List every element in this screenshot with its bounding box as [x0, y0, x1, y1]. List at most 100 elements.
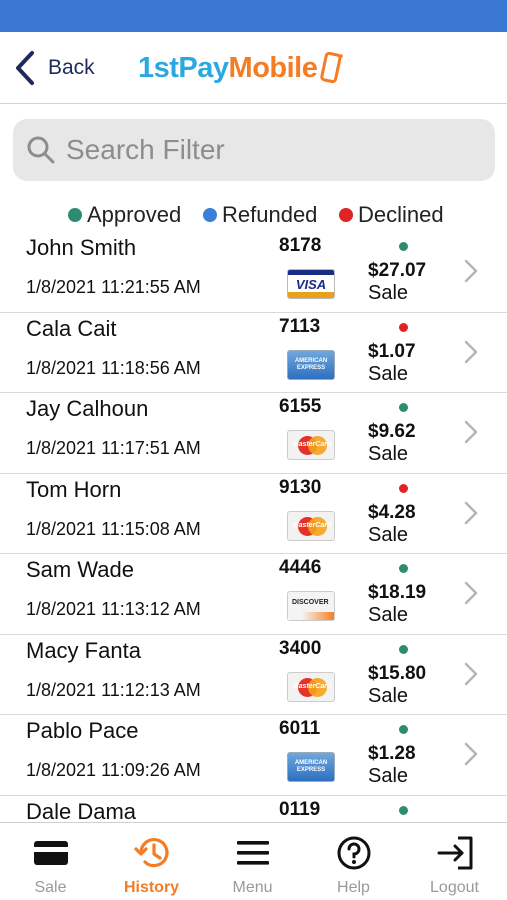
card-last4: 7113	[279, 315, 321, 337]
transaction-datetime: 1/8/2021 11:15:08 AM	[26, 518, 201, 539]
back-label: Back	[48, 56, 95, 79]
approved-status-dot	[399, 805, 408, 815]
chevron-right-icon[interactable]	[463, 419, 479, 445]
approved-status-dot	[399, 242, 408, 251]
amex-card-icon: AMERICAN EXPRESS	[287, 349, 335, 380]
card-last4: 4446	[279, 557, 322, 578]
customer-name: John Smith	[26, 235, 137, 260]
customer-name: Jay Calhoun	[26, 396, 149, 421]
transaction-amount: $1.28	[368, 743, 416, 764]
transaction-row[interactable]: Sam Wade 1/8/2021 11:13:12 AM 4446 DISCO…	[0, 554, 507, 635]
card-brand-text: VISA	[295, 276, 327, 292]
legend-label: Declined	[358, 202, 444, 227]
tab-history[interactable]: History	[101, 823, 202, 900]
tab-label: Menu	[232, 879, 273, 896]
app-header: Back 1st Pay Mobile	[0, 32, 507, 104]
transaction-type: Sale	[368, 523, 409, 546]
transaction-row[interactable]: Pablo Pace 1/8/2021 11:09:26 AM 6011 AME…	[0, 715, 507, 796]
amex-card-icon: AMERICAN EXPRESS	[287, 752, 335, 782]
transaction-amount: $18.19	[368, 582, 427, 603]
approved-status-dot	[399, 644, 408, 654]
transaction-row[interactable]: Jay Calhoun 1/8/2021 11:17:51 AM 6155 Ma…	[0, 393, 507, 474]
customer-name: Macy Fanta	[26, 637, 141, 663]
transaction-datetime: 1/8/2021 11:09:26 AM	[26, 760, 201, 780]
card-last4: 8178	[279, 235, 322, 256]
credit-card-icon	[34, 841, 68, 865]
chevron-right-icon[interactable]	[463, 661, 479, 687]
tab-help[interactable]: Help	[303, 823, 404, 900]
back-button[interactable]: Back	[14, 50, 95, 86]
customer-name: Sam Wade	[26, 557, 135, 582]
transaction-amount: $15.80	[368, 662, 427, 684]
chevron-right-icon[interactable]	[463, 580, 479, 606]
transaction-datetime: 1/8/2021 11:18:56 AM	[26, 357, 201, 378]
card-brand-text: AMERICAN EXPRESS	[294, 357, 328, 371]
tab-label: Sale	[34, 879, 67, 896]
card-brand-text: MasterCard	[292, 682, 332, 690]
card-last4: 6155	[279, 396, 322, 417]
transaction-amount: $1.07	[368, 340, 416, 362]
tab-label: History	[123, 879, 180, 896]
search-icon	[27, 136, 55, 164]
legend-declined: Declined	[339, 200, 444, 230]
chevron-right-icon[interactable]	[463, 258, 479, 284]
chevron-right-icon[interactable]	[463, 741, 479, 767]
legend-refunded: Refunded	[203, 200, 317, 230]
tab-label: Logout	[430, 879, 479, 896]
transaction-amount: $4.28	[368, 501, 416, 523]
transaction-type: Sale	[368, 604, 409, 626]
history-icon	[134, 838, 169, 868]
tab-sale[interactable]: Sale	[0, 823, 101, 900]
discover-card-icon: DISCOVER	[287, 591, 335, 621]
chevron-left-icon	[16, 51, 34, 85]
customer-name: Tom Horn	[26, 476, 122, 502]
approved-dot-icon	[68, 208, 82, 222]
tab-logout[interactable]: Logout	[404, 823, 505, 900]
transaction-datetime: 1/8/2021 11:12:13 AM	[26, 679, 201, 700]
transaction-datetime: 1/8/2021 11:17:51 AM	[26, 438, 201, 458]
approved-status-dot	[399, 564, 408, 573]
transaction-amount: $27.07	[368, 260, 427, 281]
mastercard-card-icon: MasterCard	[287, 671, 335, 702]
transaction-row[interactable]: Macy Fanta 1/8/2021 11:12:13 AM 3400 Mas…	[0, 635, 507, 715]
logo-text-1st: 1st	[138, 51, 179, 84]
declined-dot-icon	[339, 208, 353, 222]
logout-icon	[437, 836, 473, 870]
card-last4: 6011	[279, 718, 321, 739]
tab-menu[interactable]: Menu	[202, 823, 303, 900]
help-icon	[337, 836, 371, 870]
menu-icon	[237, 841, 269, 865]
legend-approved: Approved	[68, 200, 181, 230]
search-input[interactable]	[66, 134, 466, 166]
transaction-type: Sale	[368, 443, 409, 465]
approved-status-dot	[399, 403, 408, 412]
logo-text-mobile: Mobile	[228, 51, 318, 84]
mastercard-card-icon: MasterCard	[287, 430, 335, 460]
transaction-type: Sale	[368, 765, 409, 787]
status-legend: Approved Refunded Declined	[0, 200, 507, 230]
transaction-row[interactable]: Cala Cait 1/8/2021 11:18:56 AM 7113 AMER…	[0, 313, 507, 393]
card-last4: 3400	[279, 637, 322, 659]
transaction-amount: $9.62	[368, 421, 416, 442]
phone-logo-icon	[320, 51, 344, 84]
legend-label: Refunded	[222, 202, 318, 227]
transaction-datetime: 1/8/2021 11:13:12 AM	[26, 599, 201, 619]
logo-text-pay: Pay	[178, 51, 229, 84]
search-bar[interactable]	[13, 119, 495, 181]
chevron-right-icon[interactable]	[463, 339, 479, 365]
visa-card-icon: VISA	[287, 269, 335, 299]
transaction-row[interactable]: John Smith 1/8/2021 11:21:55 AM 8178 VIS…	[0, 232, 507, 313]
tab-label: Help	[337, 879, 370, 896]
declined-status-dot	[399, 483, 408, 493]
transaction-list[interactable]: John Smith 1/8/2021 11:21:55 AM 8178 VIS…	[0, 232, 507, 822]
card-brand-text: AMERICAN EXPRESS	[294, 760, 328, 773]
transaction-row[interactable]: Tom Horn 1/8/2021 11:15:08 AM 9130 Maste…	[0, 474, 507, 554]
chevron-right-icon[interactable]	[463, 500, 479, 526]
approved-status-dot	[399, 725, 408, 734]
card-brand-text: DISCOVER	[292, 599, 329, 606]
transaction-row[interactable]: Dale Dama 0119	[0, 796, 507, 823]
customer-name: Dale Dama	[26, 798, 137, 823]
card-last4: 9130	[279, 476, 322, 498]
transaction-type: Sale	[368, 362, 409, 385]
transaction-type: Sale	[368, 282, 409, 304]
